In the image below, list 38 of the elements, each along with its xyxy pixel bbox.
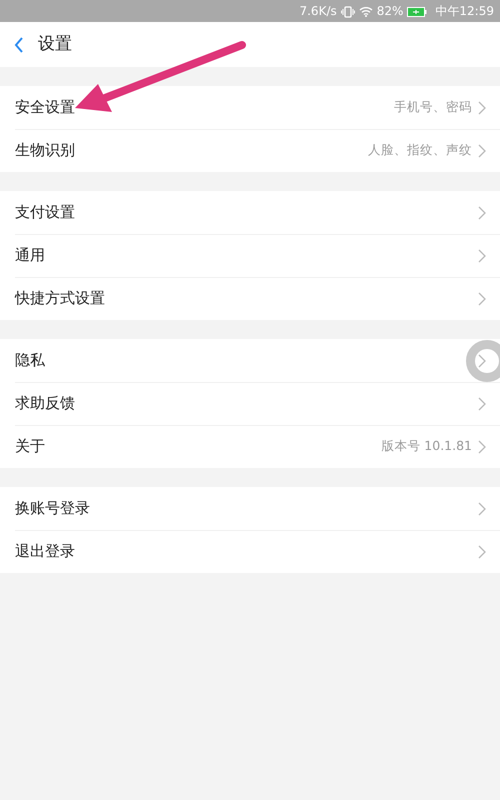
row-value: 人脸、指纹、声纹	[368, 141, 472, 160]
clock: 中午12:59	[435, 3, 494, 20]
row-value: 版本号 10.1.81	[381, 437, 472, 456]
row-label: 换账号登录	[15, 498, 90, 520]
network-speed: 7.6K/s	[299, 3, 337, 20]
row-label: 生物识别	[15, 140, 75, 162]
row-label: 退出登录	[15, 541, 75, 562]
row-value: 手机号、密码	[394, 98, 472, 116]
row-label: 支付设置	[15, 202, 75, 224]
page-title: 设置	[38, 32, 72, 56]
chevron-icon	[478, 206, 486, 220]
chevron-icon	[478, 354, 486, 368]
row-label: 关于	[15, 436, 45, 458]
settings-row[interactable]: 安全设置 手机号、密码	[0, 86, 500, 129]
settings-row[interactable]: 支付设置	[0, 191, 500, 234]
settings-row[interactable]: 通用	[0, 234, 500, 277]
settings-row[interactable]: 退出登录	[0, 530, 500, 573]
row-label: 快捷方式设置	[15, 288, 105, 310]
settings-row[interactable]: 生物识别 人脸、指纹、声纹	[0, 129, 500, 172]
back-button[interactable]	[14, 36, 24, 52]
chevron-icon	[478, 144, 486, 158]
chevron-icon	[478, 248, 486, 262]
row-label: 安全设置	[15, 97, 75, 118]
settings-row[interactable]: 换账号登录	[0, 487, 500, 530]
settings-row[interactable]: 求助反馈	[0, 382, 500, 425]
chevron-icon	[478, 440, 486, 454]
chevron-icon	[478, 544, 486, 558]
row-label: 求助反馈	[15, 393, 75, 414]
chevron-icon	[478, 396, 486, 410]
row-label: 隐私	[15, 350, 45, 372]
settings-row[interactable]: 隐私	[0, 339, 500, 382]
row-label: 通用	[15, 245, 45, 266]
settings-row[interactable]: 快捷方式设置	[0, 277, 500, 320]
battery-percent: 82%	[376, 3, 404, 20]
chevron-icon	[478, 502, 486, 516]
chevron-icon	[478, 100, 486, 114]
chevron-icon	[478, 292, 486, 306]
settings-row[interactable]: 关于 版本号 10.1.81	[0, 425, 500, 468]
